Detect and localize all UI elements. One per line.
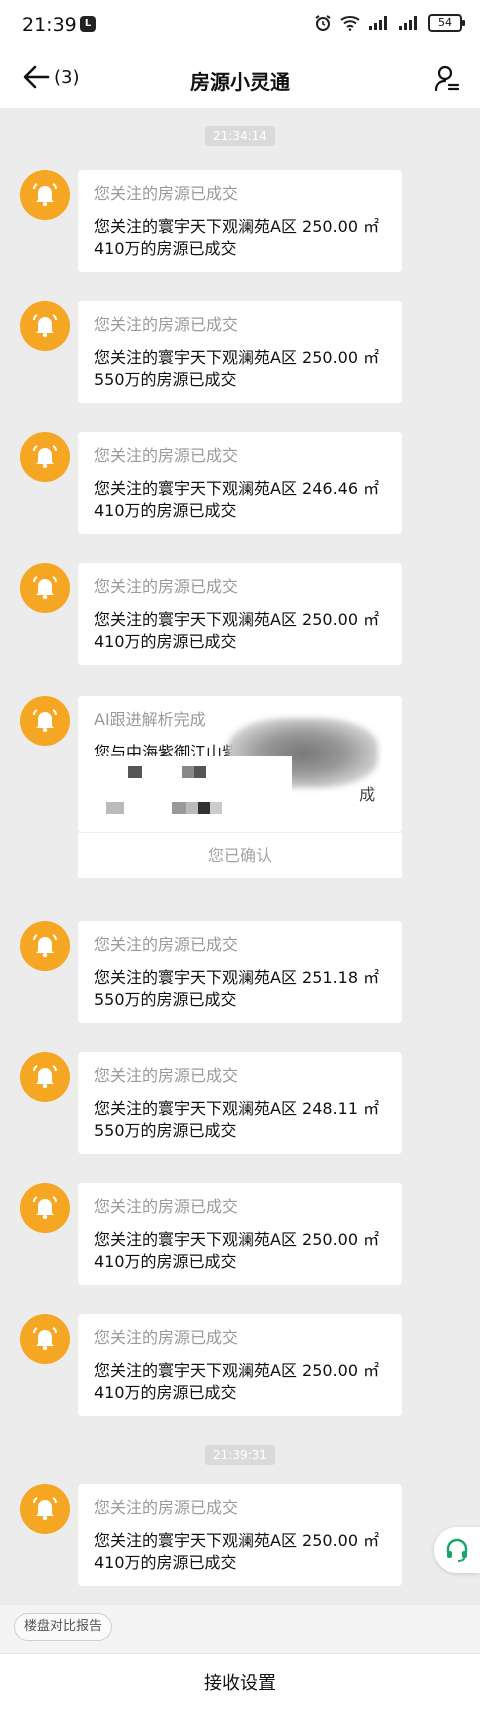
bell-avatar <box>20 563 70 613</box>
headset-icon <box>446 1538 468 1562</box>
bell-avatar <box>20 696 70 746</box>
bell-avatar <box>20 170 70 220</box>
bell-icon <box>33 183 57 207</box>
bell-icon <box>33 314 57 338</box>
ai-analysis-bubble[interactable]: AI跟进解析完成 您与中海紫御江山紫 有的 成 <box>78 696 402 832</box>
page-title: 房源小灵通 <box>190 70 290 94</box>
wifi-icon <box>340 16 360 31</box>
compare-report-chip[interactable]: 楼盘对比报告 <box>14 1613 113 1641</box>
confirm-status: 您已确认 <box>78 832 402 878</box>
app-badge-icon: L <box>80 16 96 32</box>
bell-icon <box>33 1196 57 1220</box>
signal-icon <box>399 16 417 30</box>
status-time: 21:39 <box>22 14 77 36</box>
message-title: 您关注的房源已成交 <box>94 184 239 203</box>
signal-icon <box>369 16 387 30</box>
message-title: 您关注的房源已成交 <box>94 1328 239 1347</box>
message-body: 您关注的寰宇天下观澜苑A区 250.00 ㎡ 410万的房源已成交 <box>94 1531 380 1572</box>
status-bar: 21:39 L 54 <box>0 0 480 52</box>
bell-avatar <box>20 1052 70 1102</box>
message-title: 您关注的房源已成交 <box>94 315 239 334</box>
message-title: 您关注的房源已成交 <box>94 1197 239 1216</box>
receive-settings-button[interactable]: 接收设置 <box>0 1653 480 1716</box>
message-bubble[interactable]: 您关注的房源已成交 您关注的寰宇天下观澜苑A区 250.00 ㎡ 410万的房源… <box>78 1314 402 1416</box>
person-settings-button[interactable] <box>434 64 460 96</box>
status-icons: 54 <box>314 14 465 32</box>
bell-icon <box>33 1327 57 1351</box>
quick-actions: 楼盘对比报告 <box>0 1605 480 1653</box>
message-title: 您关注的房源已成交 <box>94 935 239 954</box>
message-body: 您关注的寰宇天下观澜苑A区 246.46 ㎡ 410万的房源已成交 <box>94 479 380 520</box>
bell-avatar <box>20 921 70 971</box>
bell-icon <box>33 445 57 469</box>
bell-icon <box>33 1065 57 1089</box>
message-bubble[interactable]: 您关注的房源已成交 您关注的寰宇天下观澜苑A区 251.18 ㎡ 550万的房源… <box>78 921 402 1023</box>
bell-icon <box>33 709 57 733</box>
bell-avatar <box>20 432 70 482</box>
timestamp: 21:39:31 <box>0 1444 480 1465</box>
message-title: 您关注的房源已成交 <box>94 1066 239 1085</box>
bell-icon <box>33 1497 57 1521</box>
top-nav-bar: (3) 房源小灵通 <box>0 52 480 108</box>
message-bubble[interactable]: 您关注的房源已成交 您关注的寰宇天下观澜苑A区 246.46 ㎡ 410万的房源… <box>78 432 402 534</box>
message-body: 您关注的寰宇天下观澜苑A区 250.00 ㎡ 410万的房源已成交 <box>94 217 380 258</box>
timestamp: 21:34:14 <box>0 125 480 146</box>
customer-service-button[interactable] <box>434 1527 480 1573</box>
person-icon <box>434 65 460 92</box>
redaction-panel <box>92 756 292 832</box>
alarm-icon <box>315 15 331 31</box>
message-body: 您关注的寰宇天下观澜苑A区 251.18 ㎡ 550万的房源已成交 <box>94 968 380 1009</box>
message-body: 您关注的寰宇天下观澜苑A区 248.11 ㎡ 550万的房源已成交 <box>94 1099 380 1140</box>
message-bubble[interactable]: 您关注的房源已成交 您关注的寰宇天下观澜苑A区 250.00 ㎡ 410万的房源… <box>78 1183 402 1285</box>
message-bubble[interactable]: 您关注的房源已成交 您关注的寰宇天下观澜苑A区 250.00 ㎡ 550万的房源… <box>78 301 402 403</box>
message-fragment: 成 <box>359 785 376 804</box>
message-bubble[interactable]: 您关注的房源已成交 您关注的寰宇天下观澜苑A区 250.00 ㎡ 410万的房源… <box>78 563 402 665</box>
bell-avatar <box>20 301 70 351</box>
message-bubble[interactable]: 您关注的房源已成交 您关注的寰宇天下观澜苑A区 248.11 ㎡ 550万的房源… <box>78 1052 402 1154</box>
message-title: 您关注的房源已成交 <box>94 446 239 465</box>
message-body: 您关注的寰宇天下观澜苑A区 250.00 ㎡ 410万的房源已成交 <box>94 610 380 651</box>
bell-icon <box>33 576 57 600</box>
message-body: 您关注的寰宇天下观澜苑A区 250.00 ㎡ 550万的房源已成交 <box>94 348 380 389</box>
bell-icon <box>33 934 57 958</box>
bell-avatar <box>20 1484 70 1534</box>
message-bubble[interactable]: 您关注的房源已成交 您关注的寰宇天下观澜苑A区 250.00 ㎡ 410万的房源… <box>78 170 402 272</box>
message-body: 您关注的寰宇天下观澜苑A区 250.00 ㎡ 410万的房源已成交 <box>94 1230 380 1271</box>
message-title: 您关注的房源已成交 <box>94 577 239 596</box>
message-body: 您关注的寰宇天下观澜苑A区 250.00 ㎡ 410万的房源已成交 <box>94 1361 380 1402</box>
message-title: 您关注的房源已成交 <box>94 1498 239 1517</box>
battery-icon: 54 <box>428 14 465 32</box>
message-bubble[interactable]: 您关注的房源已成交 您关注的寰宇天下观澜苑A区 250.00 ㎡ 410万的房源… <box>78 1484 402 1586</box>
bell-avatar <box>20 1183 70 1233</box>
bell-avatar <box>20 1314 70 1364</box>
